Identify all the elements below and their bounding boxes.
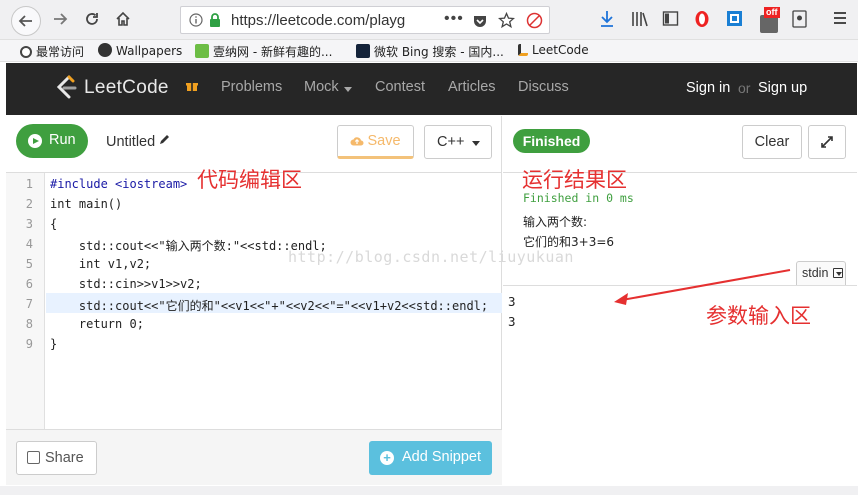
plus-icon: + (380, 451, 394, 465)
bing-icon (356, 44, 370, 58)
cloud-upload-icon (350, 137, 364, 146)
page-actions-icon[interactable]: ••• (444, 10, 464, 28)
line-number: 6 (25, 277, 33, 291)
share-button[interactable]: Share (16, 441, 97, 475)
editor-footer: Share + Add Snippet (6, 429, 502, 485)
clear-button[interactable]: Clear (742, 125, 802, 159)
yinawang-icon (195, 44, 209, 58)
code-line: int v1,v2; (50, 257, 152, 271)
nav-contest[interactable]: Contest (375, 79, 425, 95)
sidebar-icon[interactable] (662, 10, 679, 27)
code-line: } (50, 337, 58, 351)
sign-up-link[interactable]: Sign up (758, 80, 807, 96)
pocket-icon[interactable] (472, 13, 488, 29)
url-bar[interactable]: https://leetcode.com/playg ••• (180, 6, 550, 34)
reload-icon (86, 13, 98, 25)
bookmark-bing[interactable]: 微软 Bing 搜索 - 国内... (356, 43, 504, 60)
extension-badge: off (764, 7, 780, 18)
library-icon[interactable] (631, 10, 649, 28)
annotation-result-area: 运行结果区 (522, 168, 627, 192)
bookmark-leetcode[interactable]: LeetCode (518, 43, 589, 57)
wallpapers-icon (98, 43, 112, 57)
line-number: 3 (25, 217, 33, 231)
lock-icon (210, 13, 220, 27)
snippet-title[interactable]: Untitled (106, 134, 155, 150)
output-line: 输入两个数: (523, 215, 588, 229)
gift-icon[interactable] (186, 79, 198, 95)
back-button[interactable] (11, 6, 41, 36)
opera-icon[interactable] (694, 10, 710, 28)
bookmark-wallpapers[interactable]: Wallpapers (98, 43, 182, 58)
annotation-editor-area: 代码编辑区 (197, 168, 302, 192)
chevron-down-icon (833, 268, 843, 278)
blue-square-icon[interactable] (726, 10, 743, 27)
nav-or-text: or (738, 80, 751, 96)
leetcode-bookmark-icon (518, 44, 528, 56)
browser-toolbar: https://leetcode.com/playg ••• off (0, 0, 858, 40)
annotation-arrow-icon (614, 269, 791, 305)
home-button[interactable] (110, 8, 136, 34)
share-icon (27, 451, 40, 464)
code-line: return 0; (50, 317, 144, 331)
chevron-down-icon (344, 87, 352, 92)
code-line: std::cout<<"它们的和"<<v1<<"+"<<v2<<"="<<v1+… (50, 299, 489, 313)
line-gutter: 1 2 3 4 5 6 7 8 9 (6, 173, 45, 430)
code-line: { (50, 217, 58, 231)
info-icon[interactable] (189, 13, 203, 27)
status-badge: Finished (513, 129, 590, 153)
language-select[interactable]: C++ (424, 125, 492, 159)
run-button[interactable]: Run (16, 124, 88, 158)
notes-icon[interactable] (792, 10, 807, 28)
add-snippet-button[interactable]: + Add Snippet (369, 441, 492, 475)
expand-button[interactable] (808, 125, 846, 159)
play-icon (28, 134, 42, 148)
expand-icon (821, 136, 833, 148)
nav-articles[interactable]: Articles (448, 79, 496, 95)
leetcode-logo-text[interactable]: LeetCode (84, 77, 169, 99)
blocked-icon[interactable] (526, 12, 543, 29)
pencil-icon[interactable] (158, 133, 171, 146)
code-editor[interactable]: 1 2 3 4 5 6 7 8 9 #include <iostream> in… (6, 172, 502, 430)
download-icon[interactable] (599, 10, 615, 28)
line-number: 9 (25, 337, 33, 351)
line-number: 7 (25, 297, 33, 311)
code-line: int main() (50, 197, 123, 211)
code-line: std::cout<<"输入两个数:"<<std::endl; (50, 239, 327, 253)
stdin-line: 3 (508, 294, 516, 309)
stdin-toggle[interactable]: stdin (796, 261, 846, 285)
stdin-line: 3 (508, 314, 516, 329)
code-line: std::cin>>v1>>v2; (50, 277, 202, 291)
star-bookmark-icon[interactable] (498, 12, 515, 29)
chevron-down-icon (472, 141, 480, 146)
line-number: 5 (25, 257, 33, 271)
back-arrow-icon (18, 15, 32, 27)
reload-button[interactable] (79, 8, 105, 34)
gear-icon (20, 46, 32, 58)
forward-arrow-icon (54, 13, 68, 25)
line-number: 8 (25, 317, 33, 331)
code-line: #include <iostream> (50, 177, 188, 191)
extension-off-icon[interactable]: off (760, 7, 782, 33)
watermark-text: http://blog.csdn.net/liuyukuan (288, 248, 574, 266)
url-text: https://leetcode.com/playg (231, 12, 406, 29)
bookmark-most-visited[interactable]: 最常访问 (20, 43, 84, 60)
nav-discuss[interactable]: Discuss (518, 79, 569, 95)
line-number: 4 (25, 237, 33, 251)
bookmark-yinawang[interactable]: 壹纳网 - 新鲜有趣的... (195, 43, 332, 60)
bookmarks-bar: 最常访问 Wallpapers 壹纳网 - 新鲜有趣的... 微软 Bing 搜… (0, 40, 858, 62)
line-number: 2 (25, 197, 33, 211)
nav-problems[interactable]: Problems (221, 79, 282, 95)
forward-button[interactable] (47, 8, 73, 34)
leetcode-navbar: LeetCode Problems Mock Contest Articles … (6, 63, 857, 115)
nav-mock[interactable]: Mock (304, 79, 339, 95)
hamburger-menu-icon[interactable] (832, 10, 848, 26)
home-icon (116, 11, 130, 26)
save-button[interactable]: Save (337, 125, 414, 159)
leetcode-logo-icon[interactable] (55, 75, 77, 101)
sign-in-link[interactable]: Sign in (686, 80, 730, 96)
window-bottom-edge (0, 486, 858, 495)
line-number: 1 (25, 177, 33, 191)
